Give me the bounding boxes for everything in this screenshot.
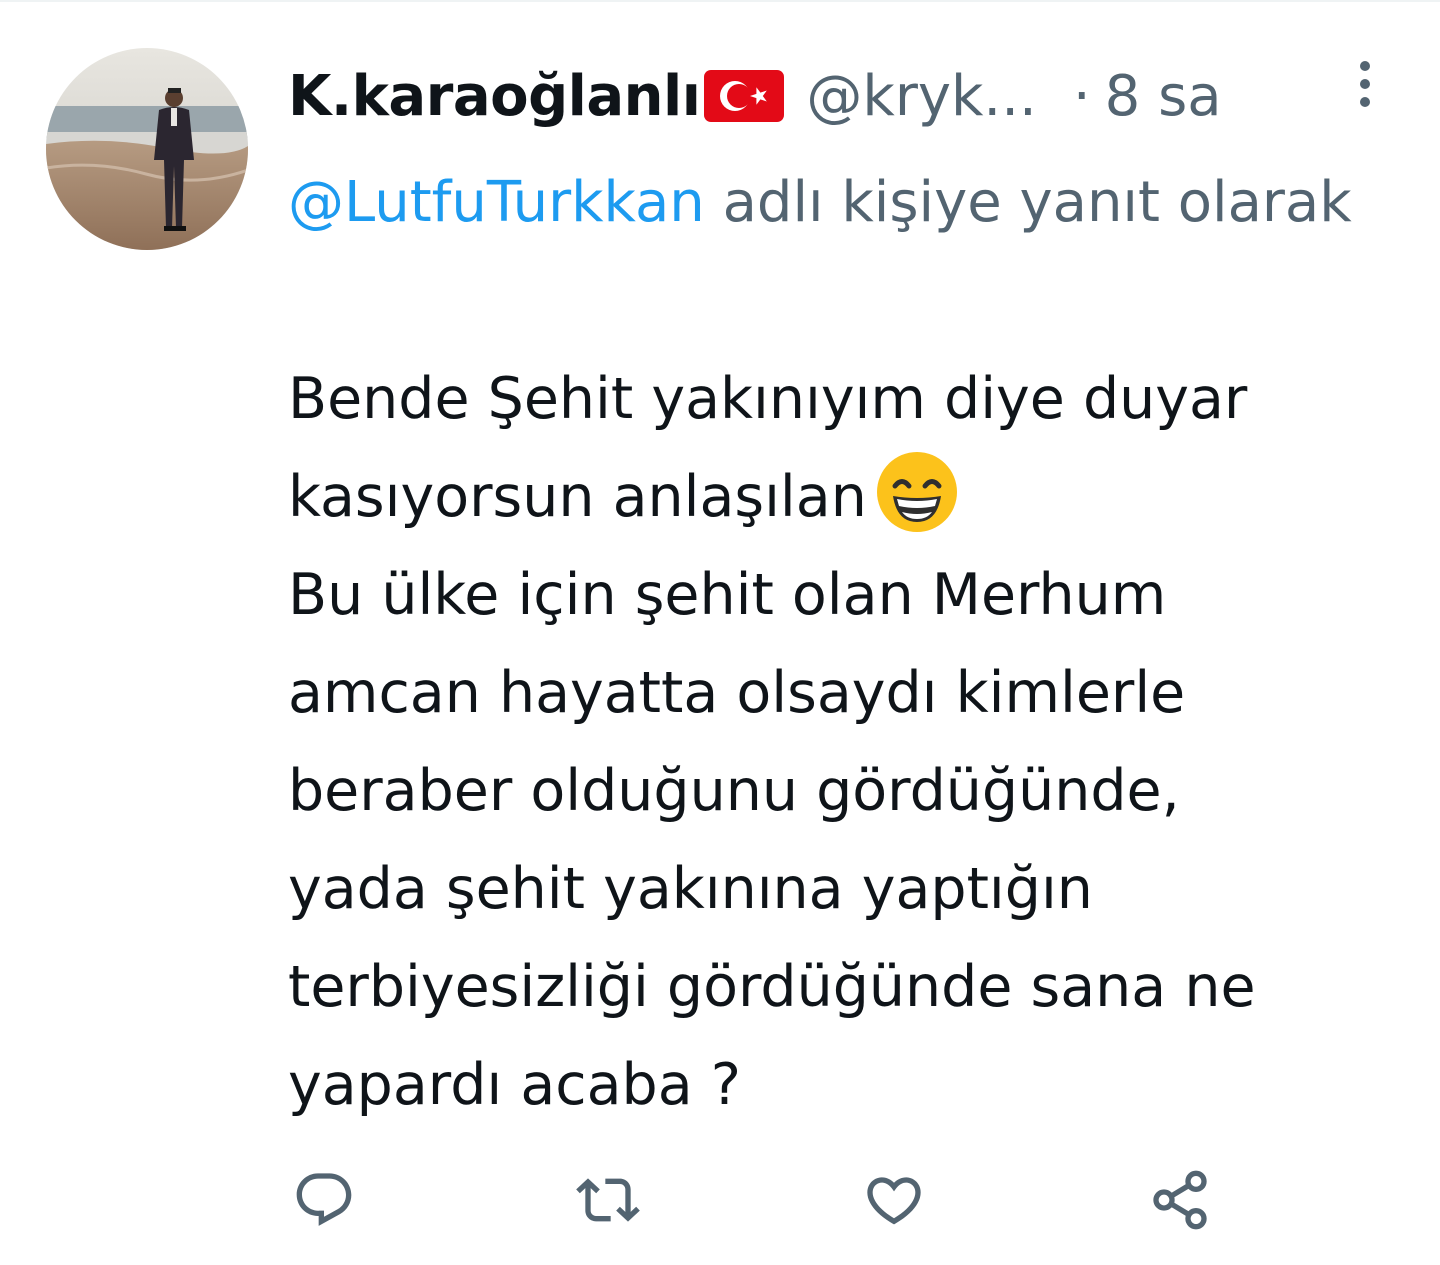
tweet-text-line: kasıyorsun anlaşılan bbox=[288, 464, 867, 530]
reply-icon bbox=[292, 1168, 356, 1232]
avatar[interactable] bbox=[46, 48, 248, 250]
tweet-text-line: yada şehit yakınına yaptığın bbox=[288, 856, 1093, 922]
reply-context-suffix: adlı kişiye yanıt olarak bbox=[704, 170, 1352, 235]
tweet-actions bbox=[288, 1160, 1288, 1240]
reply-context: @LutfuTurkkan adlı kişiye yanıt olarak bbox=[288, 156, 1388, 250]
separator-dot: · bbox=[1072, 63, 1091, 129]
tweet-text-line: beraber olduğunu gördüğünde, bbox=[288, 758, 1180, 824]
tweet-text-line-with-emoji: kasıyorsun anlaşılan bbox=[288, 448, 1418, 546]
timestamp[interactable]: 8 sa bbox=[1105, 64, 1222, 129]
reply-mention-link[interactable]: @LutfuTurkkan bbox=[288, 170, 705, 235]
tweet-text-line: yapardı acaba ? bbox=[288, 1052, 742, 1118]
share-button[interactable] bbox=[1140, 1160, 1220, 1240]
like-button[interactable] bbox=[854, 1160, 934, 1240]
display-name[interactable]: K.karaoğlanlı bbox=[288, 64, 701, 129]
tweet-text-line: amcan hayatta olsaydı kimlerle bbox=[288, 660, 1186, 726]
turkey-flag-icon bbox=[704, 68, 785, 124]
reply-button[interactable] bbox=[284, 1160, 364, 1240]
tweet-text-line: terbiyesizliği gördüğünde sana ne bbox=[288, 954, 1256, 1020]
grinning-face-with-smiling-eyes-emoji bbox=[875, 450, 959, 534]
tweet-text-line: Bu ülke için şehit olan Merhum bbox=[288, 562, 1167, 628]
retweet-icon bbox=[576, 1168, 640, 1232]
tweet-header: K.karaoğlanlı @kryk... · 8 sa bbox=[288, 56, 1398, 136]
retweet-button[interactable] bbox=[568, 1160, 648, 1240]
user-handle[interactable]: @kryk... bbox=[806, 64, 1036, 129]
top-divider bbox=[0, 0, 1440, 2]
share-icon bbox=[1148, 1168, 1212, 1232]
tweet-text: Bende Şehit yakınıyım diye duyar kasıyor… bbox=[288, 350, 1418, 1134]
tweet-text-line: Bende Şehit yakınıyım diye duyar bbox=[288, 366, 1248, 432]
heart-icon bbox=[862, 1168, 926, 1232]
avatar-photo bbox=[46, 48, 248, 250]
more-vertical-icon[interactable] bbox=[1352, 58, 1378, 114]
